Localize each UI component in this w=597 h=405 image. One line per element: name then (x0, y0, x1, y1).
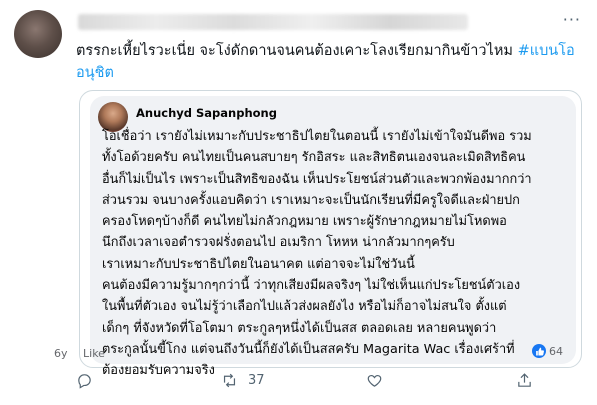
comment-like-label: Like (83, 347, 105, 360)
comment-text: โอเชื่อว่า เรายังไม่เหมาะกับประชาธิปไตยใ… (102, 126, 570, 382)
more-options-icon[interactable]: ··· (563, 10, 581, 29)
tweet-text: ตรรกะเหี้ยไรวะเนี่ย จะโง่ดักดานจนคนต้องเ… (76, 40, 581, 84)
tweet-actions: 37 (76, 372, 581, 396)
share-icon (518, 373, 531, 387)
comment-line: ครองโหดๆบ้างก็ดี คนไทยไม่กลัวกฎหมาย เพรา… (102, 214, 507, 230)
thumbs-up-icon (532, 344, 546, 358)
comment-line: โอเชื่อว่า เรายังไม่เหมาะกับประชาธิปไตยใ… (102, 129, 532, 144)
comment-line: ตระกูลนั้นขี้โกง แต่จนถึงวันนี้ก็ยังได้เ… (102, 341, 515, 357)
reply-button[interactable] (76, 372, 103, 389)
comment-line: ทั้งโอด้วยครับ คนไทยเป็นคนสบายๆ รักอิสระ… (102, 150, 526, 166)
reaction-count: 64 (532, 344, 563, 358)
comment-line: นึกถึงเวลาเจอตำรวจฝรั่งตอนไป อเมริกา โหห… (102, 235, 455, 251)
like-button[interactable] (366, 372, 393, 389)
commenter-name: Anuchyd Sapanphong (136, 106, 277, 120)
share-button[interactable] (516, 372, 533, 389)
retweet-icon (223, 373, 236, 388)
author-avatar[interactable] (14, 10, 62, 58)
comment-line: เราเหมาะกับประชาธิปไตยในอนาคต แต่อาจจะไม… (102, 256, 415, 272)
comment-line: ในพื้นที่ตัวเอง จนไม่รู้ว่าเลือกไปแล้วส่… (102, 299, 507, 315)
comment-line: ส่วนรวม จนบางครั้งแอบคิดว่า เราเหมาะจะเป… (102, 192, 520, 208)
retweet-button[interactable]: 37 (221, 372, 265, 389)
reply-icon (78, 374, 91, 389)
comment-time: 6y (54, 347, 68, 360)
retweet-count: 37 (248, 373, 265, 388)
comment-line: เด็กๆ ที่จังหวัดที่โอโตมา ตระกูลๆหนึ่งได… (102, 320, 497, 336)
tweet-body: ตรรกะเหี้ยไรวะเนี่ย จะโง่ดักดานจนคนต้องเ… (76, 43, 518, 59)
heart-icon (367, 374, 382, 387)
comment-line: คนต้องมีความรู้มากๆกว่านี้ ว่าทุกเสียงมี… (102, 278, 521, 294)
reaction-number: 64 (549, 344, 563, 358)
comment-footer: 6y Like (54, 347, 117, 360)
facebook-comment-screenshot: Anuchyd Sapanphong โอเชื่อว่า เรายังไม่เ… (90, 96, 576, 378)
author-name-blurred[interactable] (78, 14, 468, 30)
comment-line: อื่นก็ไม่เป็นไร เพราะเป็นสิทธิของฉัน เห็… (102, 171, 532, 187)
tweet: ··· ตรรกะเหี้ยไรวะเนี่ย จะโง่ดักดานจนคนต… (0, 0, 597, 405)
